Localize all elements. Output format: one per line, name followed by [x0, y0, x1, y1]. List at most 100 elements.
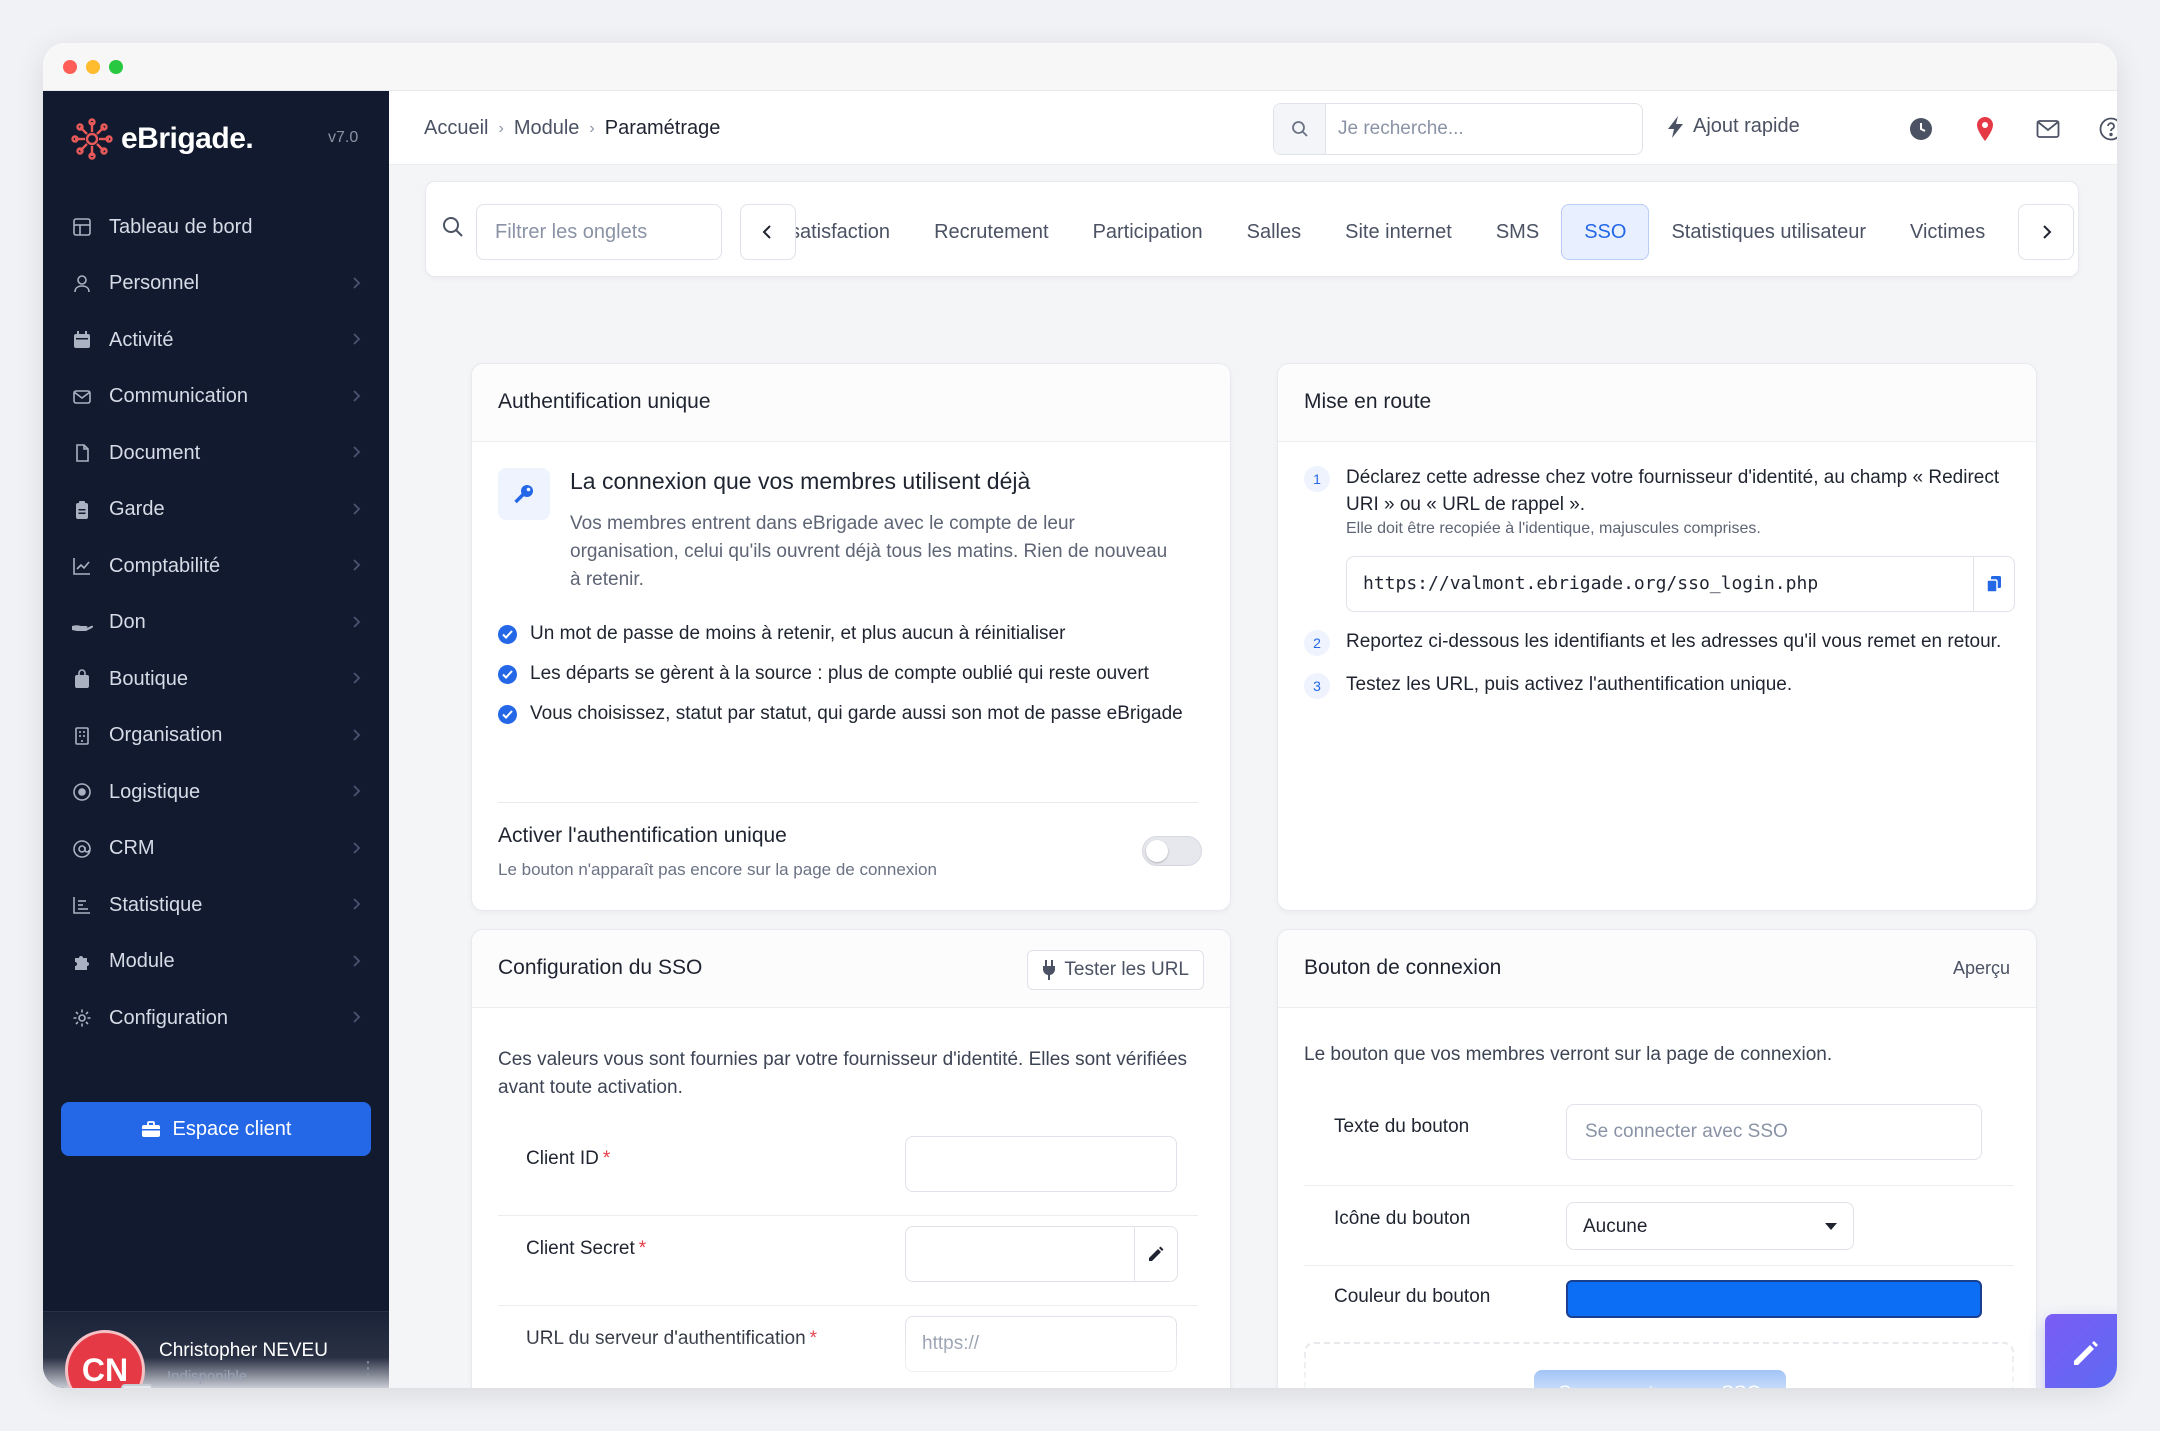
sidebar-item-crm[interactable]: CRM: [43, 821, 389, 878]
button-text-input[interactable]: [1566, 1104, 1982, 1160]
sidebar-item-communication[interactable]: Communication: [43, 369, 389, 426]
card-title: Configuration du SSO: [498, 956, 703, 979]
global-search[interactable]: [1273, 103, 1643, 155]
quick-add-button[interactable]: Ajout rapide: [1667, 115, 1800, 138]
sso-description: Vos membres entrent dans eBrigade avec l…: [570, 513, 1168, 590]
tab-victimes[interactable]: Victimes: [1888, 204, 2007, 260]
auth-server-url-input[interactable]: [905, 1316, 1177, 1372]
tab-recrutement[interactable]: Recrutement: [912, 204, 1071, 260]
sidebar-item-organisation[interactable]: Organisation: [43, 708, 389, 765]
sidebar-item-label: Activité: [109, 328, 174, 351]
caret-down-icon: [1825, 1223, 1837, 1230]
test-urls-button[interactable]: Tester les URL: [1027, 950, 1204, 990]
sidebar-item-garde[interactable]: Garde: [43, 482, 389, 539]
chevron-right-icon: [353, 333, 361, 345]
client-id-input[interactable]: [905, 1136, 1177, 1192]
button-color-row: Couleur du bouton: [1304, 1266, 2014, 1332]
envelope-icon[interactable]: [2034, 115, 2062, 143]
sidebar-item-logistique[interactable]: Logistique: [43, 764, 389, 821]
breadcrumb-separator: ›: [589, 119, 595, 137]
tab-sms[interactable]: SMS: [1474, 204, 1561, 260]
login-button-preview: Se connecter avec SSO: [1304, 1342, 2014, 1388]
field-label-text: Client Secret: [526, 1238, 635, 1259]
sso-toggle-hint: Le bouton n'apparaît pas encore sur la p…: [498, 860, 937, 879]
client-space-button[interactable]: Espace client: [61, 1102, 371, 1156]
sidebar-item-module[interactable]: Module: [43, 934, 389, 991]
tab-statistiques-utilisateur[interactable]: Statistiques utilisateur: [1649, 204, 1888, 260]
sidebar-item-configuration[interactable]: Configuration: [43, 990, 389, 1047]
edit-secret-button[interactable]: [1134, 1226, 1178, 1282]
redirect-url[interactable]: https://valmont.ebrigade.org/sso_login.p…: [1346, 556, 1974, 612]
breadcrumb-item[interactable]: Module: [514, 117, 580, 140]
client-secret-label: Client Secret *: [526, 1238, 646, 1260]
sidebar-item-statistique[interactable]: Statistique: [43, 877, 389, 934]
sidebar-item-label: Tableau de bord: [109, 215, 253, 238]
map-pin-icon[interactable]: [1971, 115, 1999, 143]
window-titlebar: [43, 43, 2117, 91]
target-icon: [71, 781, 93, 803]
ebrigade-logo-icon: [71, 118, 113, 160]
step-number: 1: [1304, 466, 1330, 492]
client-secret-input[interactable]: [905, 1226, 1135, 1282]
avatar[interactable]: CN: [65, 1330, 145, 1388]
sidebar-item-label: Logistique: [109, 780, 201, 803]
clock-icon[interactable]: [1907, 115, 1935, 143]
sidebar-item-activite[interactable]: Activité: [43, 312, 389, 369]
sidebar-item-tableau-de-bord[interactable]: Tableau de bord: [43, 199, 389, 256]
chevron-right-icon: [353, 1011, 361, 1023]
sidebar-item-personnel[interactable]: Personnel: [43, 256, 389, 313]
minimize-window-button[interactable]: [86, 60, 100, 74]
sidebar-item-don[interactable]: Don: [43, 595, 389, 652]
close-window-button[interactable]: [63, 60, 77, 74]
login-button-description: Le bouton que vos membres verront sur la…: [1304, 1044, 1833, 1065]
tab-participation[interactable]: Participation: [1071, 204, 1225, 260]
chevron-right-icon: [353, 672, 361, 684]
breadcrumb-item[interactable]: Accueil: [424, 117, 488, 140]
tab-salles[interactable]: Salles: [1225, 204, 1323, 260]
tabs-scroll-left-button[interactable]: [740, 204, 796, 260]
brand-logo[interactable]: eBrigade.: [71, 115, 254, 163]
lightning-icon: [1668, 115, 1683, 138]
step-text: Reportez ci-dessous les identifiants et …: [1346, 631, 2002, 652]
user-panel[interactable]: CN Christopher NEVEU Indisponible ⋮: [43, 1312, 389, 1388]
button-icon-label: Icône du bouton: [1334, 1208, 1471, 1229]
client-id-label: Client ID *: [526, 1148, 610, 1170]
required-marker: *: [809, 1328, 818, 1349]
copy-url-button[interactable]: [1973, 556, 2015, 612]
sidebar-item-label: Comptabilité: [109, 554, 221, 577]
search-icon: [443, 217, 463, 237]
benefit-text: Les départs se gèrent à la source : plus…: [530, 663, 1149, 684]
search-input[interactable]: [1338, 116, 1628, 142]
tab-site-internet[interactable]: Site internet: [1323, 204, 1474, 260]
check-circle-icon: [498, 705, 517, 724]
search-icon[interactable]: [1274, 104, 1326, 154]
sso-enable-toggle[interactable]: [1142, 836, 1202, 866]
chevron-right-icon: [2043, 225, 2052, 239]
chevron-right-icon: [353, 389, 361, 402]
tab-filter-input[interactable]: [476, 204, 722, 260]
step-text: Testez les URL, puis activez l'authentif…: [1346, 674, 1793, 695]
tab-satisfaction[interactable]: satisfaction: [790, 204, 912, 260]
calendar-icon: [71, 329, 93, 351]
tabs-scroll-right-button[interactable]: [2018, 204, 2074, 260]
maximize-window-button[interactable]: [109, 60, 123, 74]
tab-sso[interactable]: SSO: [1561, 204, 1650, 260]
brand-name: eBrigade.: [121, 122, 254, 155]
benefit-item: Un mot de passe de moins à retenir, et p…: [498, 620, 1198, 647]
dashboard-icon: [71, 216, 93, 238]
edit-fab-button[interactable]: [2045, 1314, 2117, 1388]
sidebar-item-comptabilite[interactable]: Comptabilité: [43, 538, 389, 595]
card-header: Bouton de connexion Aperçu: [1278, 930, 2036, 1008]
chevron-right-icon: [353, 446, 361, 458]
more-vertical-icon[interactable]: ⋮: [359, 1358, 377, 1379]
sidebar-menu: Tableau de bord Personnel Activité Commu…: [43, 199, 389, 1047]
button-color-picker[interactable]: [1566, 1280, 1982, 1318]
app-version: v7.0: [328, 129, 359, 146]
benefit-text: Vous choisissez, statut par statut, qui …: [530, 703, 1183, 724]
button-icon-select[interactable]: Aucune: [1566, 1202, 1854, 1250]
sidebar-item-document[interactable]: Document: [43, 425, 389, 482]
chevron-right-icon: [353, 559, 361, 571]
help-icon[interactable]: [2097, 115, 2117, 143]
sidebar-item-boutique[interactable]: Boutique: [43, 651, 389, 708]
preview-login-button: Se connecter avec SSO: [1534, 1370, 1786, 1388]
